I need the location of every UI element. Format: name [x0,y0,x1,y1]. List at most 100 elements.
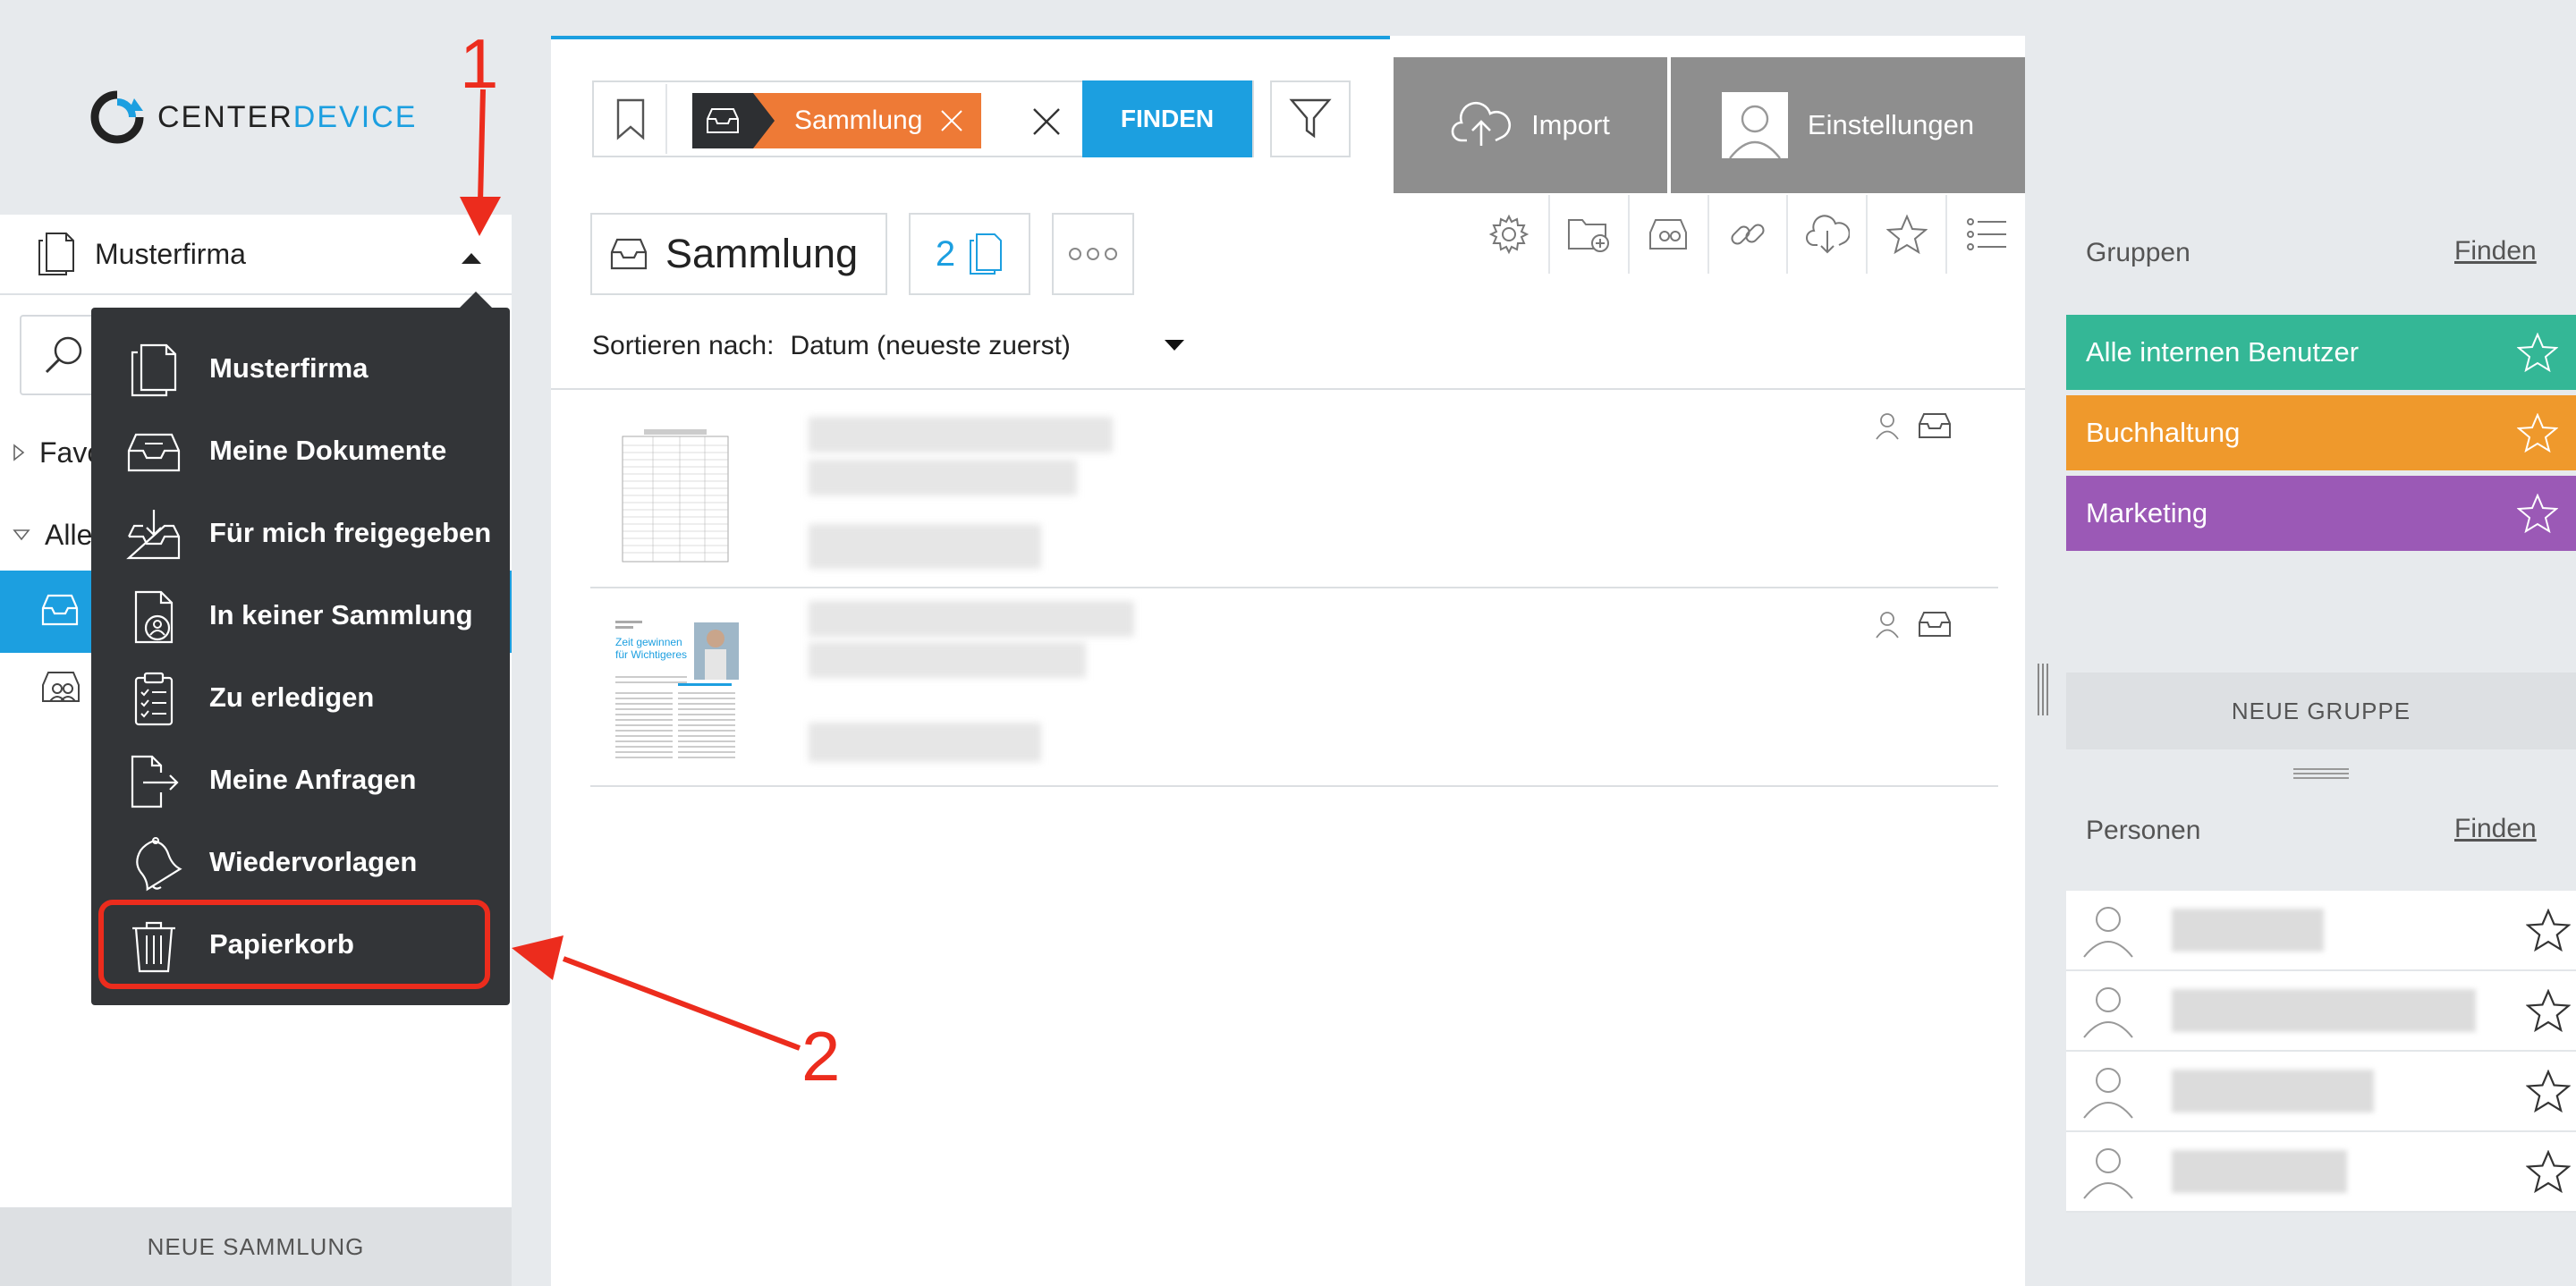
redacted-text [809,642,1086,678]
menu-item-in-keiner-sammlung[interactable]: In keiner Sammlung [91,574,510,656]
menu-item-wiedervorlagen[interactable]: Wiedervorlagen [91,821,510,903]
search-tag-collection[interactable]: Sammlung [692,93,982,148]
star-icon[interactable] [2526,1070,2571,1113]
star-icon[interactable] [2526,1150,2571,1193]
sort-control[interactable]: Sortieren nach: Datum (neueste zuerst) [592,324,1071,368]
bookmark-button[interactable] [596,84,667,154]
documents-icon [131,343,177,397]
settings-label: Einstellungen [1807,109,1975,140]
menu-item-meine-dokumente[interactable]: Meine Dokumente [91,410,510,492]
more-options-button[interactable] [1052,213,1134,295]
toolbar-new-folder-button[interactable] [1547,195,1628,274]
avatar [1721,92,1788,158]
menu-item-label: Zu erledigen [209,681,375,713]
document-row[interactable]: Zeit gewinnen für Wichtigeres [590,588,1998,787]
sort-value[interactable]: Datum (neueste zuerst) [790,331,1070,361]
document-row[interactable] [590,390,1998,588]
persons-find-link[interactable]: Finden [2454,814,2537,844]
redacted-person-name [2172,1070,2374,1113]
panel-resize-handle[interactable] [2036,662,2050,717]
app-logo[interactable]: CENTERDEVICE [89,86,417,148]
redacted-text [809,723,1041,762]
star-icon[interactable] [2526,989,2571,1032]
star-icon[interactable] [2517,494,2558,533]
link-icon [1731,224,1765,245]
menu-item-musterfirma[interactable]: Musterfirma [91,327,510,410]
person-row[interactable] [2066,891,2576,971]
tag-label-box: Sammlung [753,93,982,148]
bookmark-icon [616,98,645,140]
drag-handle-icon[interactable] [2293,766,2349,782]
toolbar-list-view-button[interactable] [1945,195,2025,274]
triangle-down-icon [13,529,30,541]
caret-up-icon[interactable] [460,250,483,265]
group-name: Alle internen Benutzer [2086,336,2360,368]
thumbnail-headline: Zeit gewinnen [615,636,682,648]
toolbar-settings-button[interactable] [1470,195,1548,274]
caret-down-icon[interactable] [1163,338,1186,352]
inbox-tray-icon[interactable] [1916,411,1953,440]
workspace-selector[interactable]: Musterfirma [0,215,512,295]
dot [1087,248,1099,260]
star-icon[interactable] [2517,333,2558,372]
tag-remove-icon[interactable] [938,107,965,134]
cloud-upload-icon [1451,102,1512,146]
tree-item-label: Alle [45,518,93,551]
document-count-button[interactable]: 2 [909,213,1030,295]
document-user-icon [134,590,174,644]
menu-item-label: Wiedervorlagen [209,846,418,877]
import-button[interactable]: Import [1394,57,1667,193]
star-icon [1885,214,1928,255]
redacted-person-name [2172,989,2476,1032]
person-row[interactable] [2066,971,2576,1052]
toolbar-favorite-button[interactable] [1866,195,1945,274]
group-item[interactable]: Buchhaltung [2066,395,2576,470]
inbox-tray-icon [127,433,181,472]
find-button[interactable]: FINDEN [1082,80,1252,157]
shared-download-icon [126,510,181,560]
menu-item-label: Für mich freigegeben [209,517,492,548]
toolbar-download-button[interactable] [1786,195,1866,274]
shared-collection-icon [1649,219,1688,250]
annotation-arrow-left-icon [512,935,801,1051]
user-icon[interactable] [1875,610,1900,639]
spreadsheet-preview [622,429,729,563]
clipboard-checklist-icon [134,672,174,726]
group-item[interactable]: Marketing [2066,476,2576,551]
toolbar-link-button[interactable] [1707,195,1787,274]
redacted-person-name [2172,909,2324,952]
clear-search-icon[interactable] [1027,102,1066,141]
person-row[interactable] [2066,1052,2576,1132]
menu-item-meine-anfragen[interactable]: Meine Anfragen [91,739,510,821]
inbox-tray-icon[interactable] [1916,610,1953,639]
menu-item-zu-erledigen[interactable]: Zu erledigen [91,656,510,739]
new-collection-button[interactable]: NEUE SAMMLUNG [0,1207,512,1286]
shared-collection-icon[interactable] [39,669,82,705]
groups-find-link[interactable]: Finden [2454,236,2537,267]
star-icon[interactable] [2526,909,2571,952]
group-item[interactable]: Alle internen Benutzer [2066,315,2576,390]
document-thumbnail-spreadsheet[interactable] [608,404,742,574]
redacted-person-name [2172,1150,2347,1193]
document-arrow-icon [131,755,179,808]
user-icon[interactable] [1875,411,1900,440]
centerdevice-logo-icon [90,90,144,144]
triangle-right-icon [13,444,25,461]
collection-title: Sammlung [590,213,887,295]
settings-button[interactable]: Einstellungen [1671,57,2025,193]
user-avatar-icon [2083,1068,2133,1119]
person-row[interactable] [2066,1132,2576,1213]
persons-title: Personen [2086,816,2201,845]
star-icon[interactable] [2517,413,2558,453]
toolbar-share-button[interactable] [1627,195,1707,274]
redacted-text [809,417,1113,453]
menu-item-fuer-mich-freigegeben[interactable]: Für mich freigegeben [91,492,510,574]
brochure-preview: Zeit gewinnen für Wichtigeres [608,603,742,773]
new-group-button[interactable]: NEUE GRUPPE [2066,673,2576,749]
document-thumbnail-brochure[interactable]: Zeit gewinnen für Wichtigeres [608,603,742,773]
annotation-step-2: 2 [801,1017,841,1096]
redacted-text [809,524,1041,569]
group-name: Marketing [2086,497,2208,529]
annotation-highlight-box [98,900,490,989]
filter-button[interactable] [1270,80,1351,157]
